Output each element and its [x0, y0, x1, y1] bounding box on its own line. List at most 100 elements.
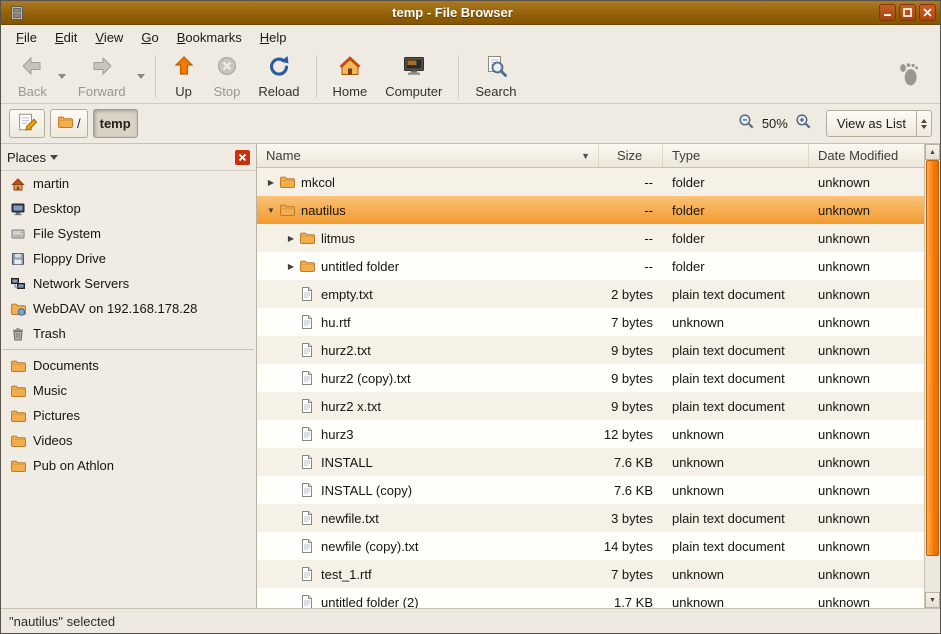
file-type: plain text document: [663, 511, 809, 526]
home-icon: [338, 54, 362, 83]
status-text: "nautilus" selected: [9, 614, 115, 629]
maximize-button[interactable]: [899, 4, 916, 21]
menu-help[interactable]: Help: [251, 27, 296, 48]
sidebar-item-documents[interactable]: Documents: [1, 353, 256, 378]
sidebar-item-martin[interactable]: martin: [1, 171, 256, 196]
file-row-test-1-rtf[interactable]: test_1.rtf7 bytesunknownunknown: [257, 560, 924, 588]
file-name: litmus: [321, 231, 355, 246]
menu-file[interactable]: File: [7, 27, 46, 48]
menu-edit[interactable]: Edit: [46, 27, 86, 48]
sidebar-item-videos[interactable]: Videos: [1, 428, 256, 453]
back-button[interactable]: Back: [9, 52, 56, 101]
zoom-out-icon[interactable]: [738, 113, 755, 135]
column-header-type[interactable]: Type: [663, 144, 809, 167]
file-date-modified: unknown: [809, 539, 924, 554]
filesystem-icon: [10, 226, 26, 242]
column-header-date-modified[interactable]: Date Modified: [809, 144, 924, 167]
file-row-install[interactable]: INSTALL7.6 KBunknownunknown: [257, 448, 924, 476]
file-row-install-copy[interactable]: INSTALL (copy)7.6 KBunknownunknown: [257, 476, 924, 504]
location-bar: / temp 50% View as List: [1, 104, 940, 144]
file-size: 9 bytes: [599, 343, 663, 358]
file-row-untitled-folder[interactable]: ▶untitled folder--folderunknown: [257, 252, 924, 280]
toolbar: Back Forward Up Stop Reload Home: [1, 50, 940, 104]
reload-button[interactable]: Reload: [249, 52, 308, 101]
file-date-modified: unknown: [809, 399, 924, 414]
titlebar[interactable]: temp - File Browser: [1, 1, 940, 25]
file-size: 7.6 KB: [599, 455, 663, 470]
file-row-empty-txt[interactable]: empty.txt2 bytesplain text documentunkno…: [257, 280, 924, 308]
file-size: --: [599, 175, 663, 190]
file-size: 1.7 KB: [599, 595, 663, 609]
view-mode-spinner[interactable]: [916, 111, 931, 136]
file-row-newfile-copy-txt[interactable]: newfile (copy).txt14 bytesplain text doc…: [257, 532, 924, 560]
view-mode-select[interactable]: View as List: [826, 110, 932, 137]
text-file-icon: [299, 510, 315, 526]
scroll-up-button[interactable]: ▲: [925, 144, 940, 160]
path-button-root[interactable]: /: [50, 109, 88, 138]
file-row-hurz3[interactable]: hurz312 bytesunknownunknown: [257, 420, 924, 448]
sidebar-item-file-system[interactable]: File System: [1, 221, 256, 246]
search-button[interactable]: Search: [466, 52, 525, 101]
menu-go[interactable]: Go: [132, 27, 167, 48]
file-row-hurz2-txt[interactable]: hurz2.txt9 bytesplain text documentunkno…: [257, 336, 924, 364]
sidebar-item-pub-on-athlon[interactable]: Pub on Athlon: [1, 453, 256, 478]
forward-button[interactable]: Forward: [69, 52, 135, 101]
sort-indicator-icon: ▼: [581, 151, 590, 161]
file-row-untitled-folder-2[interactable]: untitled folder (2)1.7 KBunknownunknown: [257, 588, 924, 608]
column-header-name[interactable]: Name ▼: [257, 144, 599, 167]
file-row-hurz2-x-txt[interactable]: hurz2 x.txt9 bytesplain text documentunk…: [257, 392, 924, 420]
path-button-current[interactable]: temp: [93, 109, 138, 138]
text-file-icon: [299, 594, 315, 608]
file-type: unknown: [663, 315, 809, 330]
file-row-mkcol[interactable]: ▶mkcol--folderunknown: [257, 168, 924, 196]
scrollbar-thumb[interactable]: [926, 160, 939, 556]
expander-icon[interactable]: ▶: [283, 234, 299, 243]
file-row-litmus[interactable]: ▶litmus--folderunknown: [257, 224, 924, 252]
computer-icon: [402, 54, 426, 83]
folder-icon: [10, 358, 26, 374]
computer-button[interactable]: Computer: [376, 52, 451, 101]
minimize-button[interactable]: [879, 4, 896, 21]
menu-view[interactable]: View: [86, 27, 132, 48]
file-size: 3 bytes: [599, 511, 663, 526]
expander-icon[interactable]: ▼: [263, 206, 279, 215]
expander-icon[interactable]: ▶: [283, 262, 299, 271]
folder-icon: [279, 174, 295, 190]
file-name: nautilus: [301, 203, 346, 218]
sidebar-separator: [3, 349, 254, 350]
file-size: --: [599, 231, 663, 246]
file-row-nautilus[interactable]: ▼nautilus--folderunknown: [257, 196, 924, 224]
close-sidebar-button[interactable]: [235, 150, 250, 165]
file-row-hurz2-copy-txt[interactable]: hurz2 (copy).txt9 bytesplain text docume…: [257, 364, 924, 392]
stop-button[interactable]: Stop: [205, 52, 250, 101]
sidebar-item-trash[interactable]: Trash: [1, 321, 256, 346]
file-row-newfile-txt[interactable]: newfile.txt3 bytesplain text documentunk…: [257, 504, 924, 532]
column-header-size[interactable]: Size: [599, 144, 663, 167]
forward-history-dropdown[interactable]: [135, 52, 148, 101]
file-type: plain text document: [663, 371, 809, 386]
back-history-dropdown[interactable]: [56, 52, 69, 101]
vertical-scrollbar[interactable]: ▲ ▼: [924, 144, 940, 608]
expander-icon[interactable]: ▶: [263, 178, 279, 187]
scroll-down-button[interactable]: ▼: [925, 592, 940, 608]
sidebar-item-label: WebDAV on 192.168.178.28: [33, 301, 197, 316]
up-button[interactable]: Up: [163, 52, 205, 101]
file-row-hu-rtf[interactable]: hu.rtf7 bytesunknownunknown: [257, 308, 924, 336]
file-type: folder: [663, 231, 809, 246]
close-button[interactable]: [919, 4, 936, 21]
toggle-location-entry-button[interactable]: [9, 109, 45, 138]
sidebar-item-floppy-drive[interactable]: Floppy Drive: [1, 246, 256, 271]
file-type: unknown: [663, 567, 809, 582]
zoom-in-icon[interactable]: [795, 113, 812, 135]
sidebar-item-network-servers[interactable]: Network Servers: [1, 271, 256, 296]
home-button[interactable]: Home: [324, 52, 377, 101]
sidebar-item-webdav-on-192-168-178-28[interactable]: WebDAV on 192.168.178.28: [1, 296, 256, 321]
sidebar-item-music[interactable]: Music: [1, 378, 256, 403]
reload-icon: [267, 54, 291, 83]
sidebar-item-label: Music: [33, 383, 67, 398]
menu-bookmarks[interactable]: Bookmarks: [168, 27, 251, 48]
home-icon: [10, 176, 26, 192]
sidebar-item-pictures[interactable]: Pictures: [1, 403, 256, 428]
sidebar-item-desktop[interactable]: Desktop: [1, 196, 256, 221]
sidebar-header[interactable]: Places: [1, 144, 256, 171]
